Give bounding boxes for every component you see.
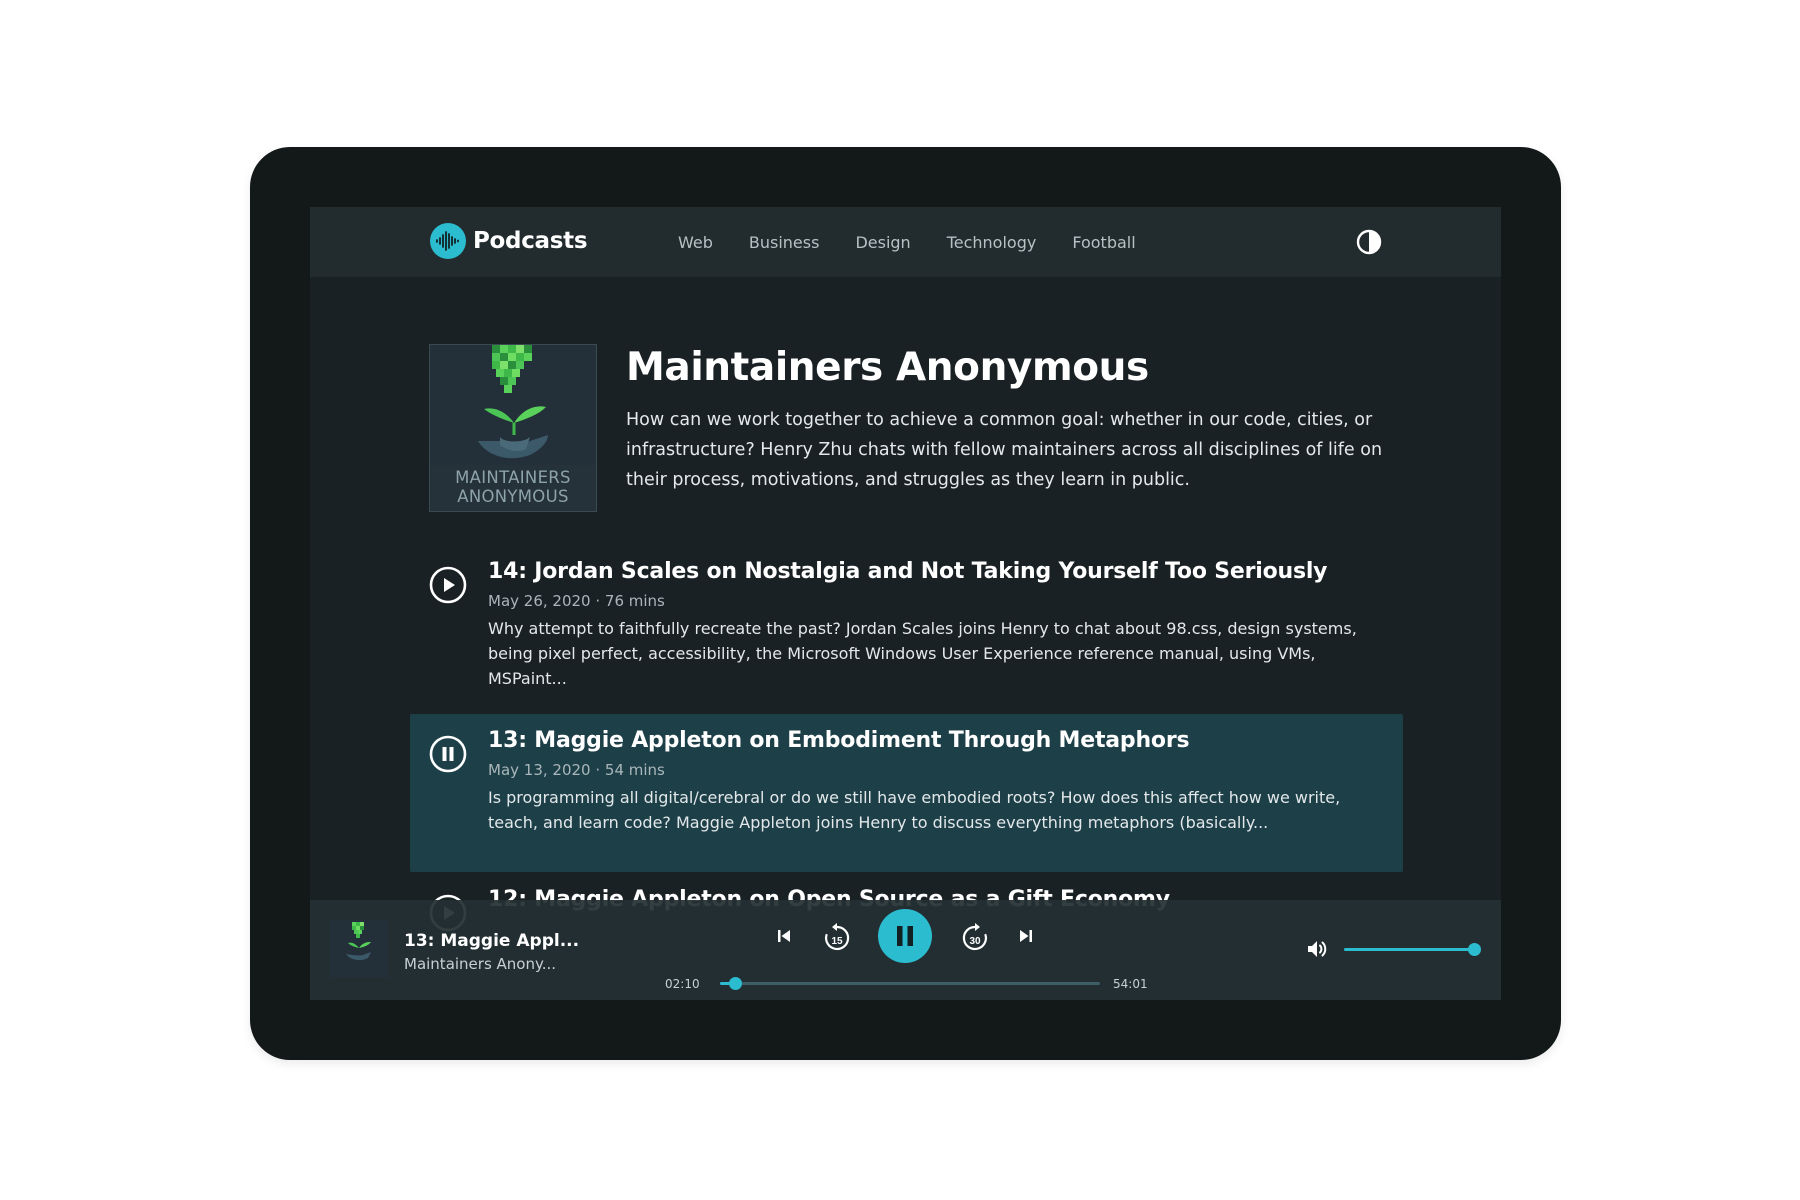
category-nav: Web Business Design Technology Football bbox=[678, 207, 1172, 277]
app-screen: Podcasts Web Business Design Technology … bbox=[310, 207, 1501, 1000]
forward-30-icon[interactable]: 30 bbox=[961, 922, 989, 956]
theme-toggle-icon[interactable] bbox=[1356, 229, 1382, 255]
soundwave-icon bbox=[430, 223, 466, 259]
now-playing-title[interactable]: 13: Maggie Appl... bbox=[404, 931, 579, 951]
volume-slider[interactable] bbox=[1344, 943, 1481, 956]
play-circle-icon[interactable] bbox=[429, 566, 467, 604]
episode-duration: 54 mins bbox=[604, 761, 665, 779]
episode-meta: May 13, 2020 · 54 mins bbox=[488, 761, 665, 779]
episode-item-active[interactable]: 13: Maggie Appleton on Embodiment Throug… bbox=[410, 714, 1403, 872]
podcast-title: Maintainers Anonymous bbox=[626, 345, 1149, 390]
skip-previous-icon[interactable] bbox=[775, 927, 793, 949]
meta-separator: · bbox=[595, 761, 605, 779]
episode-date: May 13, 2020 bbox=[488, 761, 591, 779]
nav-link-web[interactable]: Web bbox=[678, 233, 713, 252]
nav-link-business[interactable]: Business bbox=[749, 233, 820, 252]
rewind-seconds-label: 15 bbox=[831, 936, 843, 947]
nav-link-technology[interactable]: Technology bbox=[947, 233, 1037, 252]
play-pause-button[interactable] bbox=[878, 909, 932, 963]
cover-title-line1: MAINTAINERS bbox=[455, 468, 571, 487]
volume-handle[interactable] bbox=[1468, 943, 1481, 956]
pause-icon bbox=[897, 926, 913, 946]
episode-description: Why attempt to faithfully recreate the p… bbox=[488, 619, 1357, 688]
elapsed-time: 02:10 bbox=[665, 977, 700, 991]
nav-link-design[interactable]: Design bbox=[855, 233, 910, 252]
progress-slider[interactable] bbox=[720, 977, 1100, 990]
total-duration: 54:01 bbox=[1113, 977, 1148, 991]
episode-meta: May 26, 2020 · 76 mins bbox=[488, 592, 665, 610]
sprout-illustration-icon bbox=[430, 345, 596, 465]
audio-player-bar: 13: Maggie Appl... Maintainers Anony... … bbox=[310, 900, 1501, 1000]
top-navigation-bar: Podcasts Web Business Design Technology … bbox=[310, 207, 1501, 277]
episode-title[interactable]: 14: Jordan Scales on Nostalgia and Not T… bbox=[488, 559, 1328, 584]
brand-name: Podcasts bbox=[473, 228, 588, 254]
volume-icon[interactable] bbox=[1306, 938, 1330, 964]
volume-fill bbox=[1344, 948, 1474, 951]
pause-circle-icon[interactable] bbox=[429, 735, 467, 773]
skip-next-icon[interactable] bbox=[1017, 927, 1035, 949]
progress-handle[interactable] bbox=[729, 977, 743, 990]
podcast-description: How can we work together to achieve a co… bbox=[626, 410, 1383, 490]
podcast-cover-art: MAINTAINERS ANONYMOUS bbox=[429, 344, 597, 512]
episode-title[interactable]: 13: Maggie Appleton on Embodiment Throug… bbox=[488, 728, 1190, 753]
player-cover-thumbnail bbox=[330, 920, 388, 978]
rewind-15-icon[interactable]: 15 bbox=[823, 922, 851, 956]
cover-title-line2: ANONYMOUS bbox=[457, 487, 569, 506]
episode-duration: 76 mins bbox=[604, 592, 665, 610]
episode-description: Is programming all digital/cerebral or d… bbox=[488, 788, 1341, 832]
now-playing-podcast[interactable]: Maintainers Anony... bbox=[404, 955, 556, 973]
brand-logo[interactable]: Podcasts bbox=[430, 223, 588, 259]
episode-date: May 26, 2020 bbox=[488, 592, 591, 610]
nav-link-football[interactable]: Football bbox=[1072, 233, 1135, 252]
episode-item[interactable]: 14: Jordan Scales on Nostalgia and Not T… bbox=[410, 545, 1403, 703]
forward-seconds-label: 30 bbox=[969, 936, 981, 947]
meta-separator: · bbox=[595, 592, 605, 610]
